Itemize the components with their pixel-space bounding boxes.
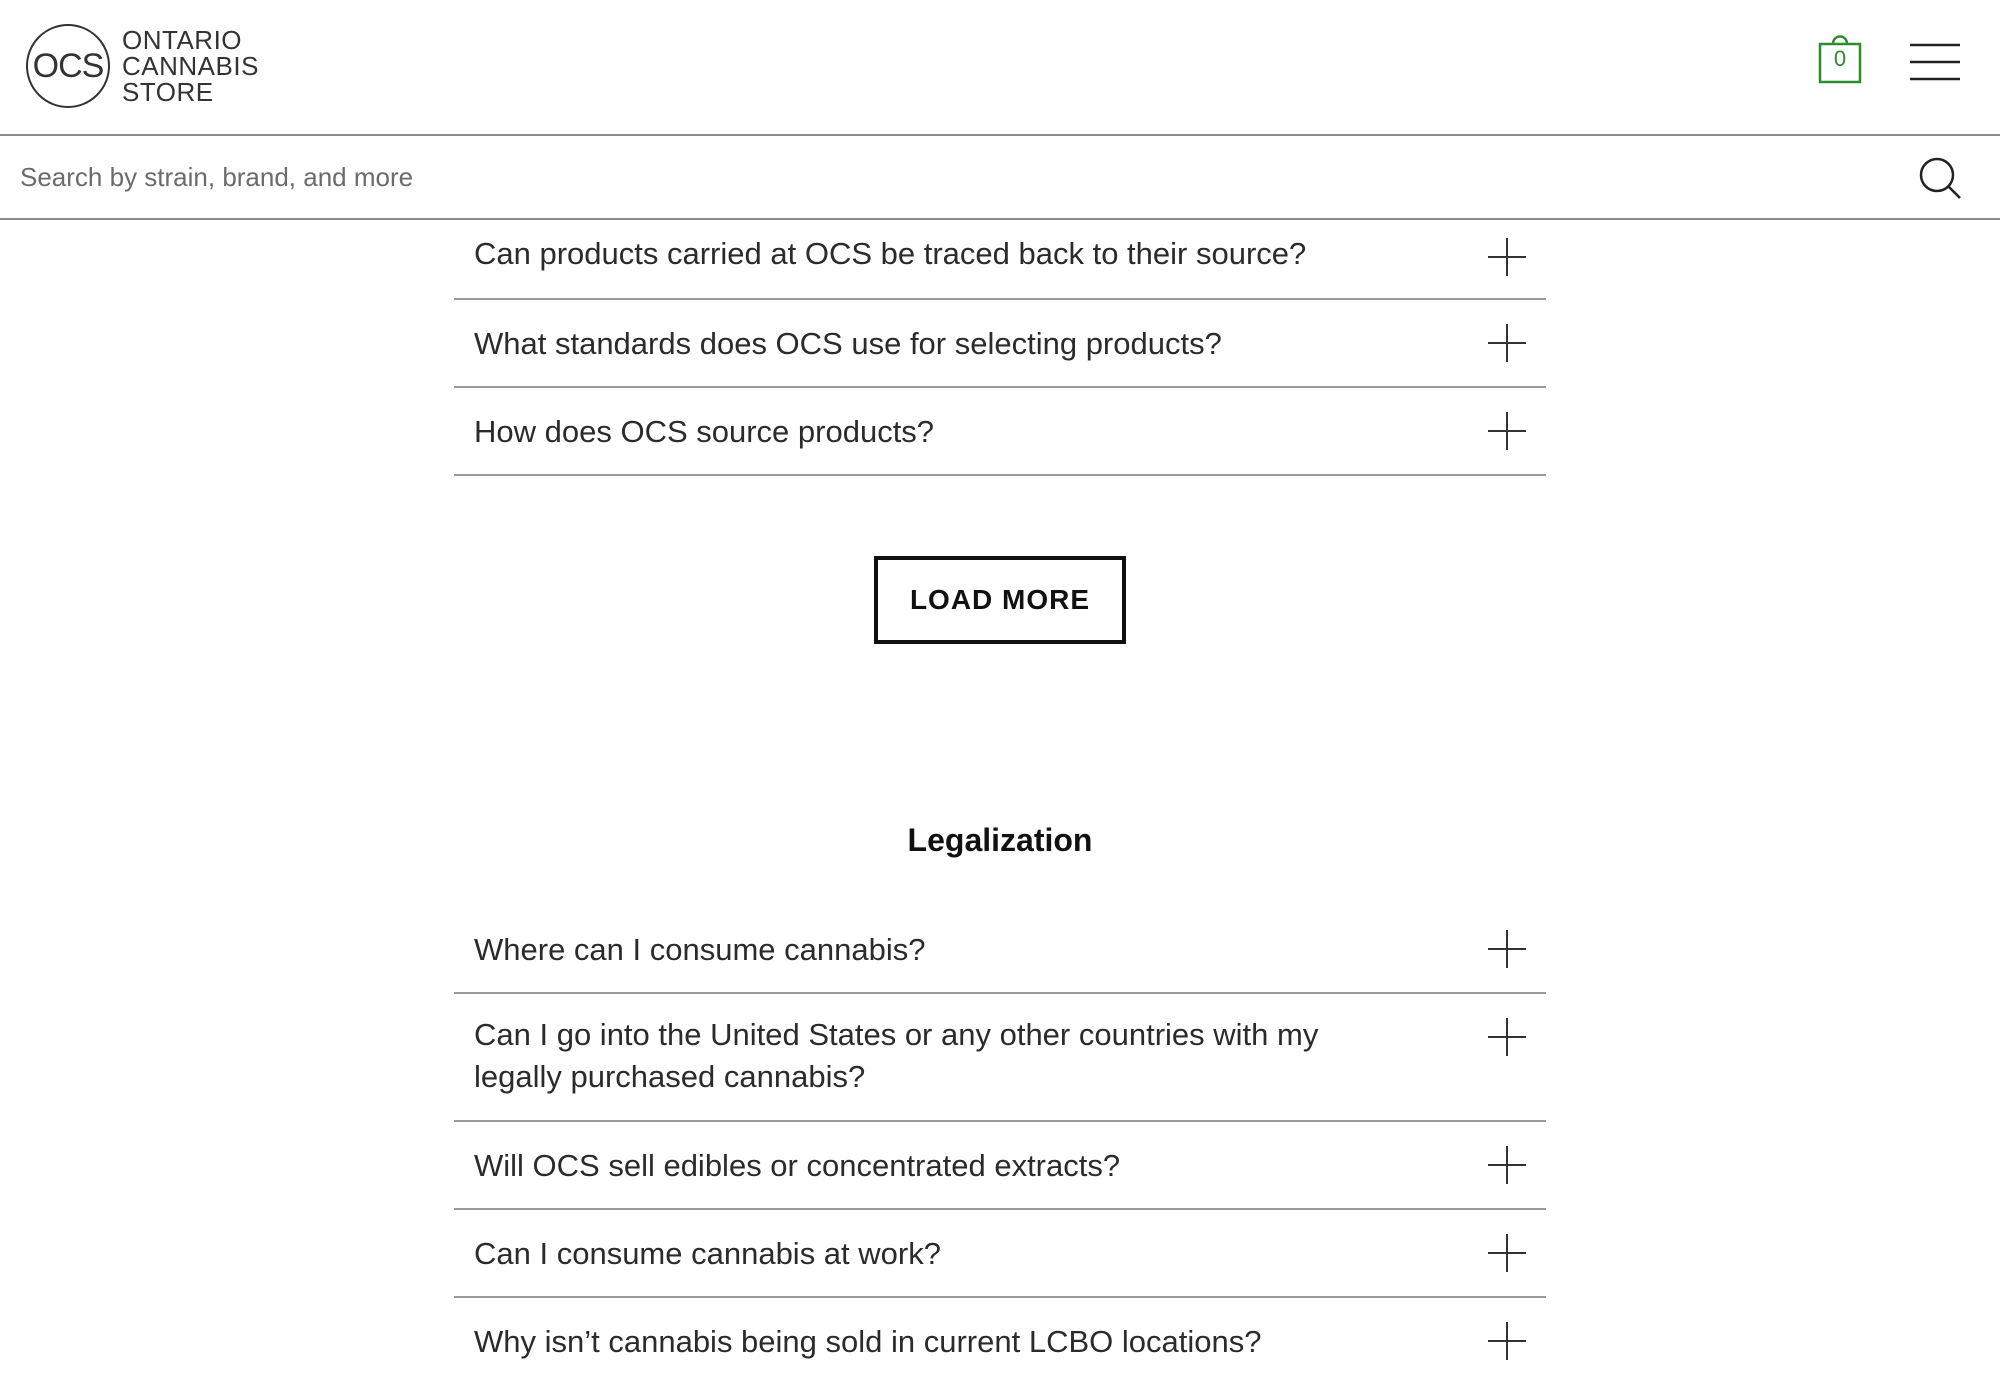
- faq-item[interactable]: Can products carried at OCS be traced ba…: [454, 220, 1546, 300]
- plus-icon[interactable]: [1488, 324, 1526, 362]
- logo-wordmark: ONTARIO CANNABIS STORE: [122, 27, 259, 105]
- faq-item[interactable]: What standards does OCS use for selectin…: [454, 300, 1546, 388]
- faq-question: What standards does OCS use for selectin…: [474, 326, 1222, 361]
- logo-mark: OCS: [26, 24, 110, 108]
- search-icon: [1919, 157, 1961, 199]
- plus-icon[interactable]: [1488, 1018, 1526, 1056]
- search-input[interactable]: [0, 136, 1880, 218]
- plus-icon[interactable]: [1488, 1322, 1526, 1360]
- hamburger-menu-icon: [1910, 43, 1960, 81]
- faq-item[interactable]: Will OCS sell edibles or concentrated ex…: [454, 1122, 1546, 1210]
- logo-line-3: STORE: [122, 77, 214, 107]
- plus-icon[interactable]: [1488, 1234, 1526, 1272]
- faq-item[interactable]: Where can I consume cannabis?: [454, 906, 1546, 994]
- logo-line-2: CANNABIS: [122, 51, 259, 81]
- faq-item[interactable]: Can I go into the United States or any o…: [454, 994, 1546, 1122]
- plus-icon[interactable]: [1488, 238, 1526, 276]
- faq-question: Can products carried at OCS be traced ba…: [474, 236, 1307, 271]
- cart-count: 0: [1833, 46, 1847, 71]
- menu-button[interactable]: [1910, 42, 1960, 82]
- cart-button[interactable]: 0: [1818, 30, 1862, 86]
- faq-list-legalization: Where can I consume cannabis? Can I go i…: [454, 906, 1546, 1386]
- load-more-button[interactable]: LOAD MORE: [874, 556, 1126, 644]
- site-header: OCS ONTARIO CANNABIS STORE 0: [0, 0, 2000, 136]
- plus-icon[interactable]: [1488, 412, 1526, 450]
- faq-list-top: Can products carried at OCS be traced ba…: [454, 220, 1546, 476]
- plus-icon[interactable]: [1488, 930, 1526, 968]
- faq-item[interactable]: Why isn’t cannabis being sold in current…: [454, 1298, 1546, 1386]
- search-button[interactable]: [1918, 156, 1962, 200]
- faq-question: Where can I consume cannabis?: [474, 932, 926, 967]
- section-title-legalization: Legalization: [907, 822, 1093, 858]
- faq-item[interactable]: How does OCS source products?: [454, 388, 1546, 476]
- plus-icon[interactable]: [1488, 1146, 1526, 1184]
- faq-item[interactable]: Can I consume cannabis at work?: [454, 1210, 1546, 1298]
- faq-question: How does OCS source products?: [474, 414, 935, 449]
- faq-question: Can I consume cannabis at work?: [474, 1236, 941, 1271]
- search-bar: [0, 136, 2000, 220]
- faq-question: Why isn’t cannabis being sold in current…: [474, 1324, 1262, 1359]
- faq-question: Can I go into the United States or any o…: [474, 1017, 1319, 1094]
- faq-question: Will OCS sell edibles or concentrated ex…: [474, 1148, 1121, 1183]
- logo-line-1: ONTARIO: [122, 25, 243, 55]
- ocs-logo[interactable]: OCS ONTARIO CANNABIS STORE: [26, 24, 259, 108]
